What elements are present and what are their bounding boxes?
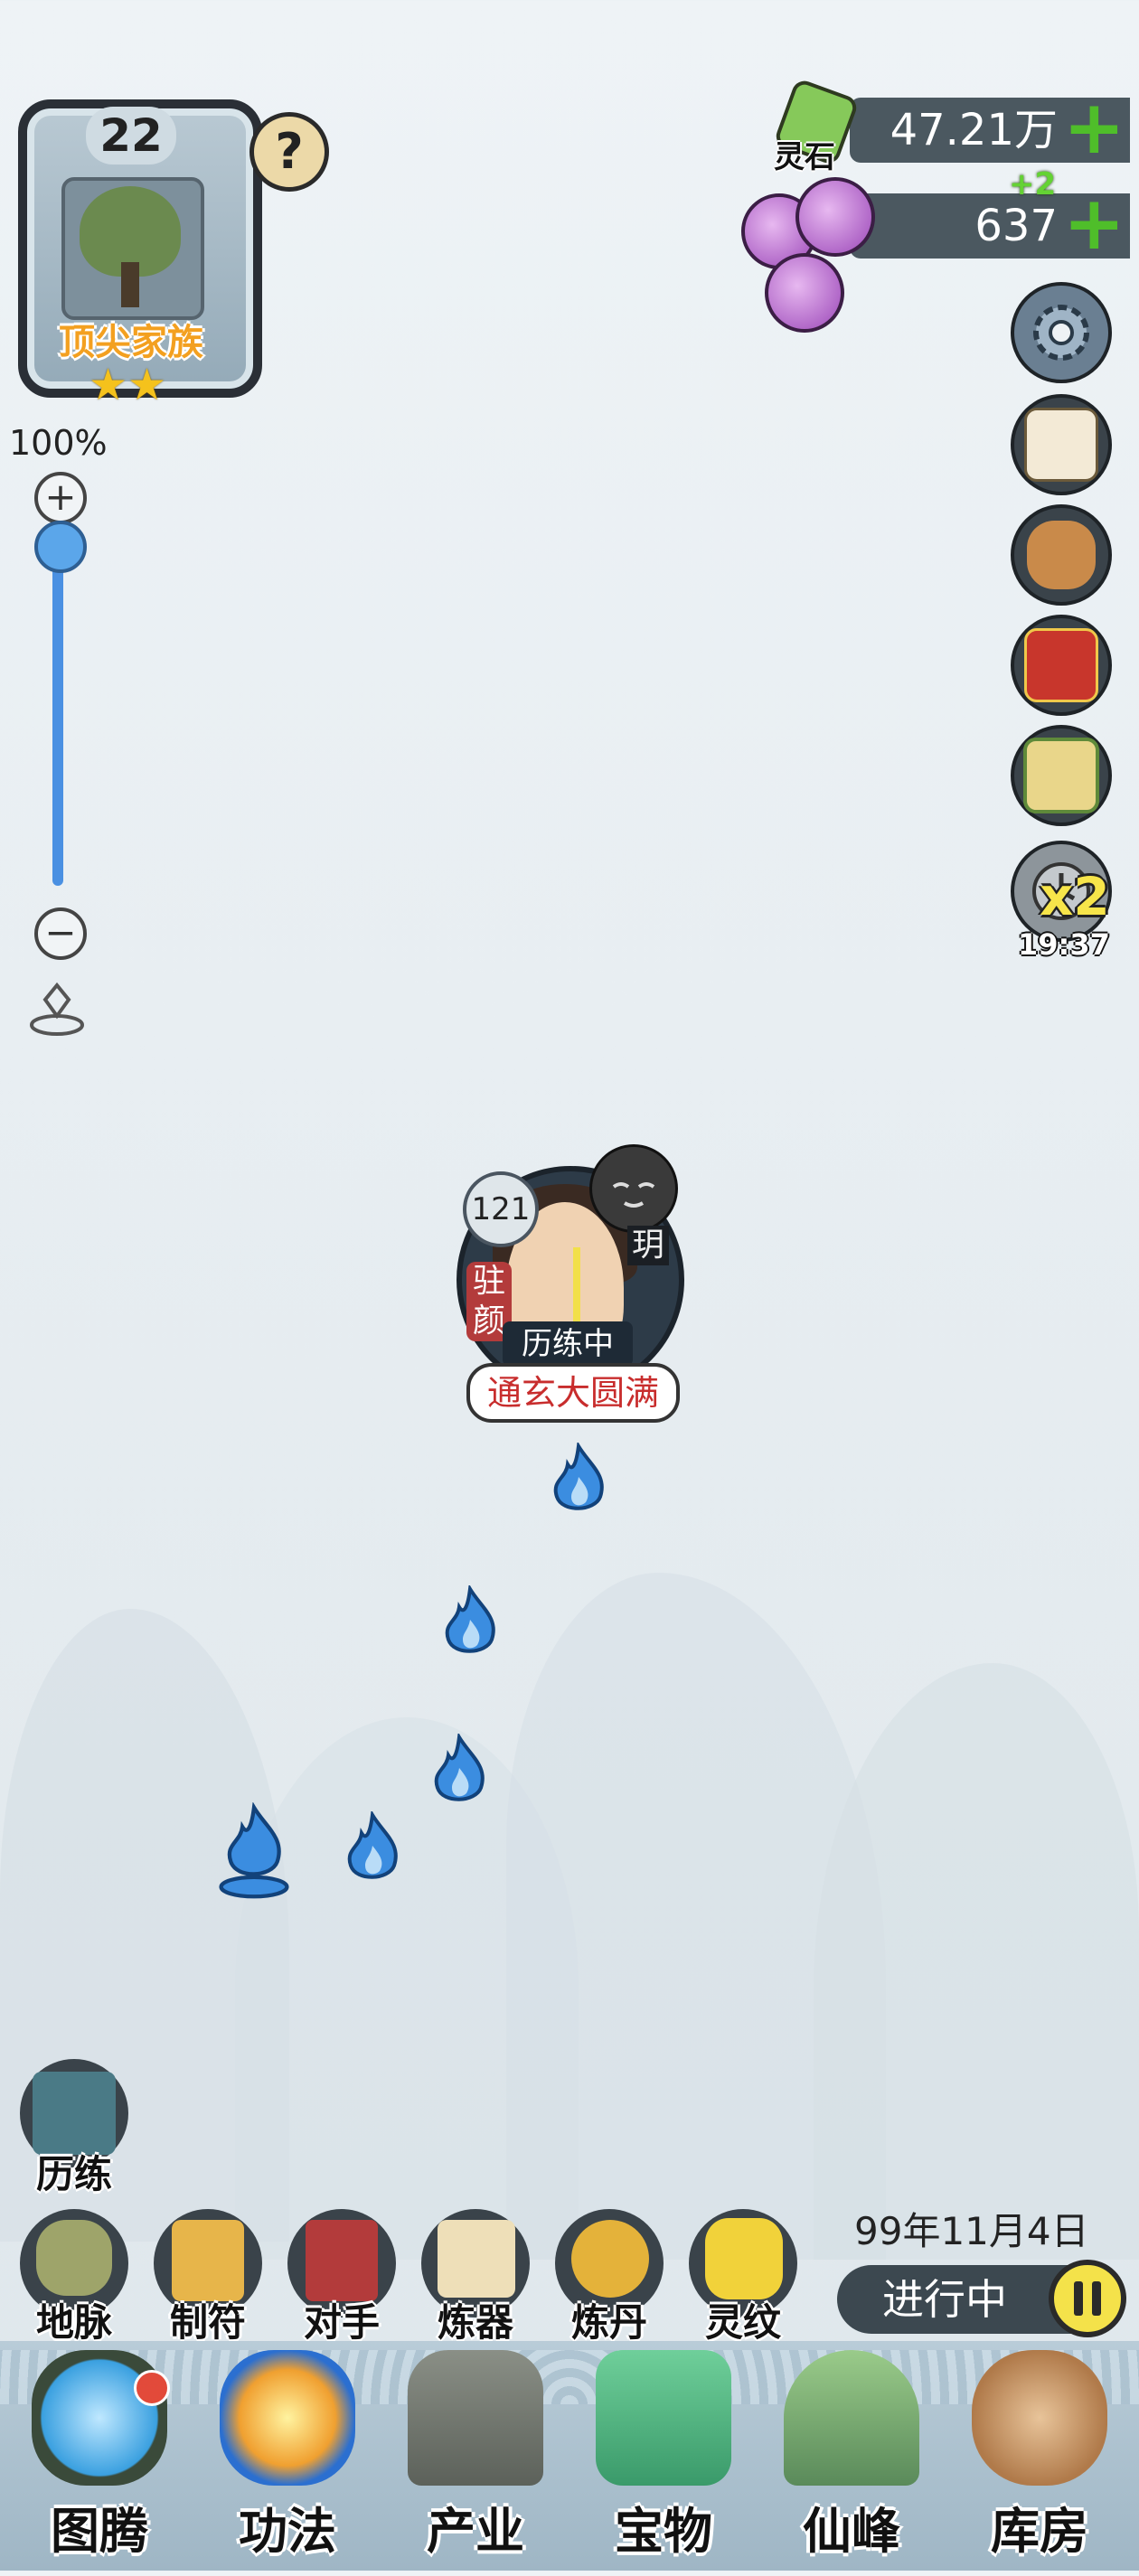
character-level: 121 [463,1171,539,1247]
blue-flame-icon [347,1811,398,1879]
spirit-stone-label: 灵石 [774,139,835,175]
pause-icon [1092,2281,1101,2316]
zoom-out-button[interactable]: − [34,907,87,960]
blue-flame-icon [553,1443,604,1510]
spiral-rune-icon [705,2218,783,2299]
nav-treasure[interactable]: 宝物 [573,2350,754,2576]
family-stars: ★★ [89,360,167,410]
add-spirit-stone-button[interactable]: + [1063,91,1125,165]
opponent-gate-icon [306,2220,378,2301]
action-label: 制符 [169,2300,246,2345]
family-level: 22 [86,107,176,165]
orb-icon [765,253,844,333]
shop-banner-icon [1023,738,1099,813]
nav-label: 图腾 [51,2503,148,2560]
settings-button[interactable] [1011,282,1112,383]
sleepy-emote-icon [589,1144,678,1233]
shop-button[interactable] [1011,725,1112,826]
orb-value: 637 [974,201,1058,251]
locate-icon[interactable] [27,980,87,1039]
pause-icon [1074,2281,1083,2316]
immortal-peak-icon [784,2350,919,2486]
spirit-stone-value: 47.21万 [890,105,1058,155]
gate-icon [33,2072,116,2155]
cauldron-icon [571,2220,649,2298]
book-button[interactable] [1011,615,1112,716]
mountain-house-icon [408,2350,543,2486]
notification-dot [134,2370,170,2406]
diagram-scroll-icon [438,2220,515,2298]
character-status: 历练中 [503,1321,633,1367]
blue-flame-icon [445,1585,495,1653]
zoom-slider-thumb[interactable] [34,521,87,573]
help-button[interactable]: ? [249,112,329,192]
blue-flame-icon [434,1734,485,1801]
tree-trunk [121,262,139,307]
nav-storage[interactable]: 库房 [949,2350,1130,2576]
zoom-percent: 100% [9,423,108,463]
nav-peak[interactable]: 仙峰 [761,2350,942,2576]
nav-label: 产业 [427,2503,524,2560]
nav-label: 宝物 [615,2503,712,2560]
nav-technique[interactable]: 功法 [197,2350,378,2576]
zoom-slider-track[interactable] [52,533,63,886]
nav-label: 功法 [239,2503,336,2560]
character-realm: 通玄大圆满 [466,1363,680,1423]
action-label: 对手 [303,2300,380,2345]
character-sword [573,1247,580,1329]
character-name: 玥 [627,1226,669,1265]
orb-bonus: +2 [1009,166,1057,202]
jade-treasure-icon [596,2350,731,2486]
technique-flame-icon [220,2350,355,2486]
orb-icon [795,177,875,257]
speed-multiplier: x2 [1040,866,1110,927]
nav-label: 库房 [991,2503,1088,2560]
add-orb-button[interactable]: + [1063,187,1125,261]
family-title: 顶尖家族 [59,322,203,363]
action-label: 炼丹 [570,2300,647,2345]
storage-bag-icon [972,2350,1107,2486]
blue-flame-icon [219,1802,289,1899]
nav-industry[interactable]: 产业 [385,2350,566,2576]
pause-button[interactable] [1049,2260,1126,2337]
letter-icon [1024,408,1098,482]
red-book-icon [1024,628,1098,702]
nav-label: 仙峰 [803,2503,900,2560]
training-label: 历练 [35,2152,112,2196]
action-label: 灵纹 [704,2300,781,2345]
scroll-icon [1027,521,1096,589]
letters-button[interactable] [1011,394,1112,495]
earth-vein-icon [36,2220,112,2296]
gear-icon [1033,305,1089,361]
talisman-icon [172,2220,244,2301]
zoom-in-button[interactable]: + [34,472,87,524]
action-label: 炼器 [437,2300,513,2345]
speed-timer: 19:37 [1018,927,1110,962]
game-date: 99年11月4日 [854,2209,1089,2253]
scroll-button[interactable] [1011,504,1112,606]
action-label: 地脉 [35,2300,112,2345]
